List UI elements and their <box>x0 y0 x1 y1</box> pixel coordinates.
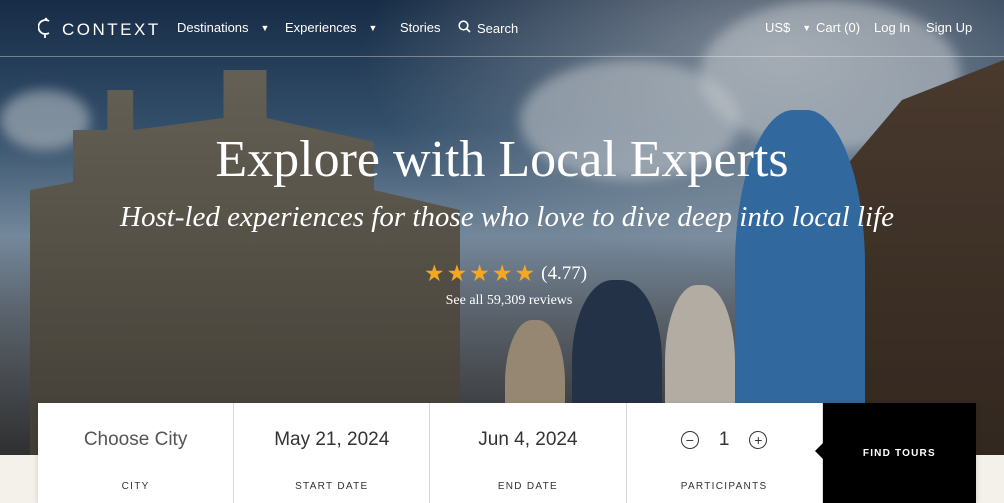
star-icon: ★ <box>514 260 536 286</box>
currency-label: US$ <box>765 20 791 35</box>
star-icon: ★ <box>469 260 490 286</box>
nav-stories[interactable]: Stories <box>400 20 440 35</box>
participants-label: PARTICIPANTS <box>680 481 768 492</box>
end-date-label: END DATE <box>497 481 559 492</box>
end-date-field[interactable]: Jun 4, 2024 END DATE <box>430 403 627 503</box>
start-date-value: May 21, 2024 <box>274 429 390 450</box>
nav-cart[interactable]: Cart (0) <box>816 20 860 35</box>
logo-text: CONTEXT <box>62 19 161 39</box>
nav-stories-label: Stories <box>400 20 441 35</box>
start-date-label: START DATE <box>295 481 369 492</box>
cart-label: Cart (0) <box>816 20 861 35</box>
participants-count: 1 <box>718 429 730 450</box>
hero-headline: Explore with Local Experts <box>215 131 789 188</box>
decrement-button[interactable]: − <box>680 431 699 449</box>
reviews-link[interactable]: See all 59,309 reviews <box>0 293 1004 309</box>
currency-selector[interactable]: US$ ▼ <box>765 20 811 35</box>
nav-login[interactable]: Log In <box>874 20 910 35</box>
star-icon: ★ <box>491 260 513 286</box>
chevron-down-icon: ▼ <box>802 22 812 33</box>
city-label: CITY <box>121 481 150 492</box>
top-navigation: CONTEXT Destinations ▼ Experiences ▼ Sto… <box>0 0 1004 57</box>
star-icon: ★ <box>446 260 468 286</box>
nav-search[interactable]: Search <box>458 20 518 36</box>
rating-value: (4.77) <box>541 262 588 284</box>
rating-summary: ★ ★ ★ ★ ★ (4.77) <box>424 262 587 285</box>
star-icon: ★ <box>424 260 445 286</box>
nav-experiences[interactable]: Experiences ▼ <box>285 20 377 35</box>
city-field[interactable]: Choose City CITY <box>38 403 235 503</box>
search-icon <box>458 20 471 36</box>
participants-stepper: − 1 + <box>627 429 822 451</box>
find-tours-button[interactable]: FIND TOURS <box>814 403 977 503</box>
logo[interactable]: CONTEXT <box>37 17 161 42</box>
hero-subheadline: Host-led experiences for those who love … <box>120 201 894 233</box>
nav-experiences-label: Experiences <box>285 20 357 35</box>
nav-destinations-label: Destinations <box>177 20 249 35</box>
chevron-down-icon: ▼ <box>260 22 270 33</box>
chevron-down-icon: ▼ <box>368 22 378 33</box>
tour-search-form: Choose City CITY May 21, 2024 START DATE… <box>38 403 977 503</box>
nav-search-label: Search <box>477 20 519 36</box>
signup-label: Sign Up <box>926 20 973 35</box>
nav-signup[interactable]: Sign Up <box>926 20 972 35</box>
nav-destinations[interactable]: Destinations ▼ <box>177 20 269 35</box>
login-label: Log In <box>874 20 911 35</box>
end-date-value: Jun 4, 2024 <box>478 429 578 450</box>
participants-field: − 1 + PARTICIPANTS <box>627 403 823 503</box>
city-value: Choose City <box>83 429 188 450</box>
start-date-field[interactable]: May 21, 2024 START DATE <box>234 403 431 503</box>
logo-icon <box>37 17 54 42</box>
increment-button[interactable]: + <box>749 431 768 449</box>
